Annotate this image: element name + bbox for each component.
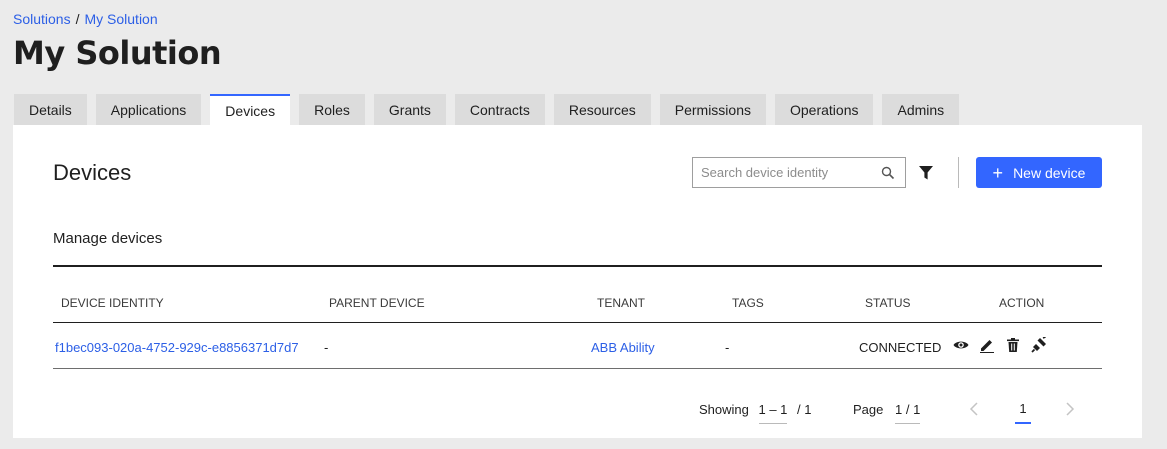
header-tenant[interactable]: TENANT [597, 296, 645, 310]
filter-icon[interactable] [919, 166, 933, 180]
plug-icon[interactable] [1031, 337, 1047, 353]
tab-applications[interactable]: Applications [95, 94, 202, 125]
tags-cell: - [725, 340, 730, 355]
row-divider [53, 368, 1102, 369]
page-title: My Solution [13, 34, 222, 72]
tab-operations[interactable]: Operations [775, 94, 874, 125]
trash-icon[interactable] [1005, 337, 1021, 353]
row-actions [953, 337, 1057, 353]
search-icon[interactable] [881, 166, 895, 180]
eye-icon[interactable] [953, 337, 969, 353]
page-input[interactable]: 1 / 1 [895, 402, 921, 424]
table-top-divider [53, 265, 1102, 267]
showing-summary: Showing 1 – 1 / 1 [699, 402, 812, 424]
breadcrumb-solutions-link[interactable]: Solutions [13, 11, 71, 27]
tab-admins[interactable]: Admins [882, 94, 960, 125]
status-cell: CONNECTED [859, 340, 942, 355]
page-number-current[interactable]: 1 [1015, 401, 1031, 424]
header-tags[interactable]: TAGS [732, 296, 764, 310]
chevron-left-icon[interactable] [969, 402, 979, 416]
tab-bar: Details Applications Devices Roles Grant… [14, 94, 968, 126]
header-action: ACTION [999, 296, 1045, 310]
device-identity-link[interactable]: f1bec093-020a-4752-929c-e8856371d7d7 [55, 340, 299, 355]
showing-range[interactable]: 1 – 1 [758, 402, 788, 424]
search-input[interactable] [693, 158, 873, 187]
header-status[interactable]: STATUS [865, 296, 911, 310]
page-label: Page [853, 402, 884, 417]
pencil-icon[interactable] [979, 337, 995, 353]
showing-label: Showing [699, 402, 749, 417]
page-summary: Page 1 / 1 [853, 402, 921, 424]
section-title: Devices [53, 160, 132, 185]
tab-contracts[interactable]: Contracts [454, 94, 545, 125]
tab-details[interactable]: Details [14, 94, 87, 125]
breadcrumb-current-link[interactable]: My Solution [84, 11, 157, 27]
plus-icon: + [992, 162, 1004, 183]
header-divider [53, 322, 1102, 323]
tab-devices[interactable]: Devices [210, 94, 291, 126]
showing-total: / 1 [797, 402, 812, 417]
new-device-label: New device [1013, 164, 1086, 181]
parent-device-cell: - [324, 340, 329, 355]
section-subtitle: Manage devices [53, 230, 163, 247]
tenant-link[interactable]: ABB Ability [591, 340, 655, 355]
new-device-button[interactable]: + New device [976, 157, 1102, 188]
tab-roles[interactable]: Roles [299, 94, 365, 125]
header-parent-device[interactable]: PARENT DEVICE [329, 296, 425, 310]
header-device-identity[interactable]: DEVICE IDENTITY [61, 296, 164, 310]
breadcrumb: Solutions / My Solution [13, 11, 158, 27]
search-box [692, 157, 906, 188]
tab-grants[interactable]: Grants [373, 94, 446, 125]
chevron-right-icon[interactable] [1065, 402, 1075, 416]
tab-resources[interactable]: Resources [553, 94, 651, 125]
breadcrumb-separator: / [75, 11, 80, 27]
devices-panel: Devices + New device Manage devices DEVI… [13, 125, 1142, 438]
toolbar-divider [958, 157, 959, 188]
tab-permissions[interactable]: Permissions [659, 94, 766, 125]
